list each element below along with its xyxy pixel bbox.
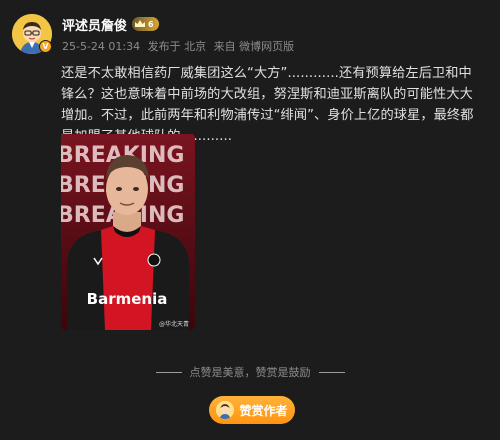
username[interactable]: 评述员詹俊	[62, 15, 127, 34]
like-hint-text: 点赞是美意，赞赏是鼓励	[189, 366, 311, 379]
image-watermark: @华北天青	[159, 320, 189, 328]
post-timestamp[interactable]: 25-5-24 01:34	[62, 40, 140, 53]
divider-right	[318, 371, 345, 373]
like-hint: 点赞是美意，赞赏是鼓励	[0, 364, 500, 380]
jersey-sponsor-text: Barmenia	[87, 290, 168, 308]
post-image[interactable]: BREAKING BREAKING BREAKING Barmenia @华北天…	[61, 134, 195, 330]
crown-icon	[135, 20, 146, 27]
post-meta: 25-5-24 01:34 发布于 北京 来自 微博网页版	[62, 38, 298, 54]
level-number: 6	[148, 19, 154, 29]
level-badge[interactable]: 6	[132, 17, 159, 31]
tip-avatar-icon	[216, 401, 235, 419]
tip-author-button[interactable]: 赞赏作者	[209, 396, 295, 424]
divider-left	[155, 371, 182, 373]
player-photo-image: BREAKING BREAKING BREAKING Barmenia @华北天…	[61, 134, 195, 330]
vip-icon: V	[39, 40, 52, 53]
post-source: 来自 微博网页版	[213, 40, 295, 53]
author-row: 评述员詹俊 6	[62, 15, 159, 34]
post-location: 发布于 北京	[147, 40, 207, 53]
tip-author-label: 赞赏作者	[239, 403, 288, 418]
